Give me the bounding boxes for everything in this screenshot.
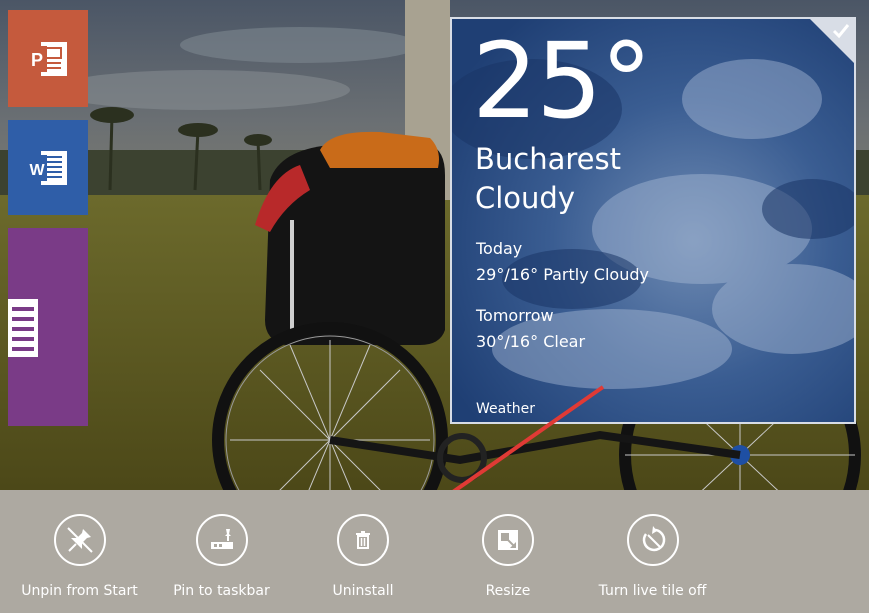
turn-live-tile-off-label: Turn live tile off (598, 583, 707, 599)
powerpoint-tile[interactable]: P (8, 10, 88, 107)
live-tile-off-icon (626, 514, 679, 566)
resize-label: Resize (485, 583, 531, 599)
checkmark-icon (832, 24, 850, 39)
unpin-icon (53, 514, 106, 566)
uninstall-button[interactable]: Uninstall (318, 514, 408, 599)
uninstall-label: Uninstall (332, 583, 394, 599)
forecast-tomorrow-label: Tomorrow (476, 306, 554, 325)
unpin-from-start-button[interactable]: Unpin from Start (12, 514, 147, 599)
weather-tile[interactable]: 25° Bucharest Cloudy Today 29°/16° Partl… (450, 17, 856, 424)
temperature: 25° (472, 20, 652, 142)
unpin-from-start-label: Unpin from Start (21, 583, 138, 599)
svg-text:P: P (31, 50, 43, 70)
city-name: Bucharest (475, 142, 621, 176)
current-condition: Cloudy (475, 181, 575, 215)
forecast-tomorrow-value: 30°/16° Clear (476, 332, 586, 351)
trash-icon (337, 514, 389, 566)
word-icon: W (27, 150, 67, 185)
resize-button[interactable]: Resize (463, 514, 553, 599)
pin-to-taskbar-button[interactable]: Pin to taskbar (164, 514, 279, 599)
app-bar: Unpin from Start Pin to taskbar Uninstal… (0, 490, 869, 613)
forecast-today-value: 29°/16° Partly Cloudy (476, 265, 649, 284)
pin-to-taskbar-label: Pin to taskbar (173, 583, 270, 599)
turn-live-tile-off-button[interactable]: Turn live tile off (585, 514, 720, 599)
svg-text:W: W (29, 162, 45, 179)
resize-icon (482, 514, 534, 566)
onenote-icon (8, 299, 38, 357)
forecast-today-label: Today (476, 239, 523, 258)
tile-app-name: Weather (476, 401, 535, 417)
pin-taskbar-icon (195, 514, 248, 566)
word-tile[interactable]: W (8, 120, 88, 215)
onenote-tile[interactable] (8, 228, 88, 426)
powerpoint-icon: P (27, 41, 67, 76)
